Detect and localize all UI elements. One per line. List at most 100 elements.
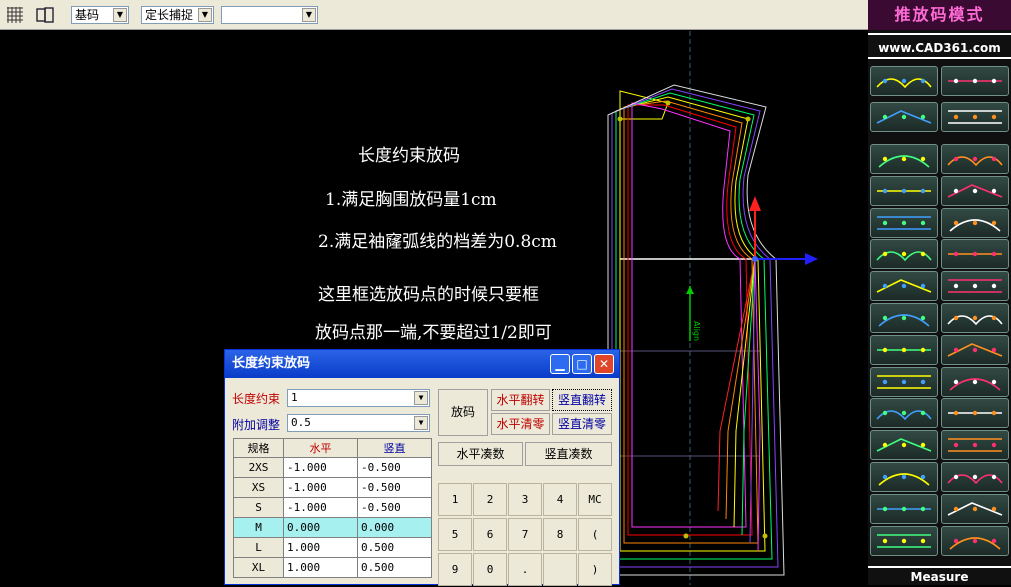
keypad-key[interactable]: 3 <box>508 483 542 516</box>
vertical-cell[interactable]: 0.500 <box>357 537 432 558</box>
horizontal-grade-button[interactable] <box>870 366 938 397</box>
arrow-point-button[interactable] <box>941 239 1009 270</box>
base-size-select[interactable]: 基码 ▼ <box>71 6 129 24</box>
horizontal-cell[interactable]: 0.000 <box>283 517 358 538</box>
length-combo[interactable]: 1 ▼ <box>287 389 430 407</box>
delete-point-button[interactable] <box>870 303 938 333</box>
h-clear-button[interactable]: 水平清零 <box>491 413 550 435</box>
copy-grade-button[interactable] <box>941 102 1009 132</box>
erase-button[interactable] <box>941 525 1009 556</box>
snap-mode-value: 定长捕捉 <box>145 8 194 22</box>
table-row[interactable]: S -1.000 -0.500 <box>233 497 432 518</box>
layout-icon[interactable] <box>34 5 56 25</box>
align-point-button[interactable] <box>941 207 1009 238</box>
cut-curve-button[interactable] <box>870 525 938 556</box>
table-row[interactable]: M 0.000 0.000 <box>233 517 432 538</box>
corner-copy-button[interactable] <box>870 271 938 302</box>
keypad-key[interactable]: 4 <box>543 483 577 516</box>
horizontal-cell[interactable]: 1.000 <box>283 537 358 558</box>
v-flip-button[interactable]: 竖直翻转 <box>552 389 612 411</box>
keypad-key[interactable]: 5 <box>438 518 472 551</box>
table-row[interactable]: L 1.000 0.500 <box>233 537 432 558</box>
arc-point-button[interactable] <box>870 144 938 174</box>
close-icon[interactable]: ✕ <box>594 354 614 374</box>
fill-transfer-button[interactable] <box>941 493 1009 524</box>
base-size-value: 基码 <box>75 8 100 22</box>
keypad-key[interactable] <box>543 553 577 586</box>
size-cell: XL <box>233 557 284 578</box>
horizontal-cell[interactable]: -1.000 <box>283 457 358 478</box>
note-title: 长度约束放码 <box>358 146 460 166</box>
curve-dots-button[interactable] <box>870 398 938 429</box>
xy-paste-button[interactable] <box>870 493 938 524</box>
table-row[interactable]: XL 1.000 0.500 <box>233 557 432 578</box>
vertical-cell[interactable]: -0.500 <box>357 497 432 518</box>
measure-label[interactable]: Measure <box>868 566 1011 585</box>
curve-point-button[interactable] <box>870 239 938 270</box>
grade-rule-icon <box>876 78 932 89</box>
scissor-icon <box>948 279 1002 293</box>
keypad-key[interactable]: 6 <box>473 518 507 551</box>
close-grade-icon <box>947 342 1003 357</box>
keypad-key[interactable]: ( <box>578 518 612 551</box>
keypad-key[interactable]: . <box>508 553 542 586</box>
move-point-button[interactable] <box>941 175 1009 206</box>
maximize-icon[interactable]: □ <box>572 354 592 374</box>
empty-select[interactable]: ▼ <box>221 6 318 24</box>
keypad-key[interactable]: 2 <box>473 483 507 516</box>
copy-grade-icon <box>948 110 1002 124</box>
keypad-key[interactable]: 8 <box>543 518 577 551</box>
grade-rule-button[interactable] <box>870 66 938 96</box>
table-row[interactable]: 2XS -1.000 -0.500 <box>233 457 432 478</box>
horizontal-shift-button[interactable] <box>870 175 938 206</box>
v-round-button[interactable]: 竖直凑数 <box>525 442 612 466</box>
edit-point-button[interactable] <box>941 303 1009 333</box>
fold-arrow-button[interactable] <box>870 430 938 461</box>
minimize-icon[interactable]: ▁ <box>550 354 570 374</box>
bend-grade-button[interactable] <box>870 334 938 365</box>
note-line-4: 放码点那一端,不要超过1/2即可 <box>315 323 552 343</box>
close-grade-button[interactable] <box>941 334 1009 365</box>
snap-mode-select[interactable]: 定长捕捉 ▼ <box>141 6 214 24</box>
keypad-key[interactable]: MC <box>578 483 612 516</box>
grade-button[interactable]: 放码 <box>438 389 488 436</box>
grid-icon[interactable] <box>4 5 26 25</box>
keypad-key[interactable]: 1 <box>438 483 472 516</box>
horizontal-cell[interactable]: -1.000 <box>283 497 358 518</box>
move-zoom-icon <box>947 474 1003 485</box>
horizontal-cell[interactable]: -1.000 <box>283 477 358 498</box>
keypad-key[interactable]: 7 <box>508 518 542 551</box>
xy-paste-icon <box>877 506 931 511</box>
xy-grade-icon <box>876 110 932 124</box>
bracket-grade-button[interactable] <box>941 366 1009 397</box>
bracket-grade-icon <box>949 377 1001 391</box>
scissor-button[interactable] <box>941 271 1009 302</box>
horizontal-grade-icon <box>877 374 931 389</box>
vertical-cell[interactable]: -0.500 <box>357 477 432 498</box>
xy-grade-button[interactable] <box>870 102 938 132</box>
grain-line-label: Align <box>692 321 701 341</box>
h-round-button[interactable]: 水平凑数 <box>438 442 523 466</box>
keypad-key[interactable]: 0 <box>473 553 507 586</box>
wave-button[interactable] <box>941 430 1009 461</box>
vertical-cell[interactable]: -0.500 <box>357 457 432 478</box>
line-point-button[interactable] <box>941 144 1009 174</box>
keypad-key[interactable]: ) <box>578 553 612 586</box>
erase-icon <box>949 536 1001 550</box>
note-line-2: 2.满足袖窿弧线的档差为0.8cm <box>318 232 557 252</box>
adjust-combo[interactable]: 0.5 ▼ <box>287 414 430 432</box>
dotted-line-button[interactable] <box>870 207 938 238</box>
v-clear-button[interactable]: 竖直清零 <box>552 413 612 435</box>
curve-smooth-button[interactable] <box>941 398 1009 429</box>
vertical-cell[interactable]: 0.000 <box>357 517 432 538</box>
horizontal-cell[interactable]: 1.000 <box>283 557 358 578</box>
move-zoom-button[interactable] <box>941 462 1009 492</box>
h-flip-button[interactable]: 水平翻转 <box>491 389 550 411</box>
grade-table-button[interactable] <box>941 66 1009 96</box>
chevron-down-icon: ▼ <box>113 8 127 22</box>
table-row[interactable]: XS -1.000 -0.500 <box>233 477 432 498</box>
keypad-key[interactable]: 9 <box>438 553 472 586</box>
vertical-cell[interactable]: 0.500 <box>357 557 432 578</box>
size-cell: 2XS <box>233 457 284 478</box>
xy-copy-button[interactable] <box>870 462 938 492</box>
